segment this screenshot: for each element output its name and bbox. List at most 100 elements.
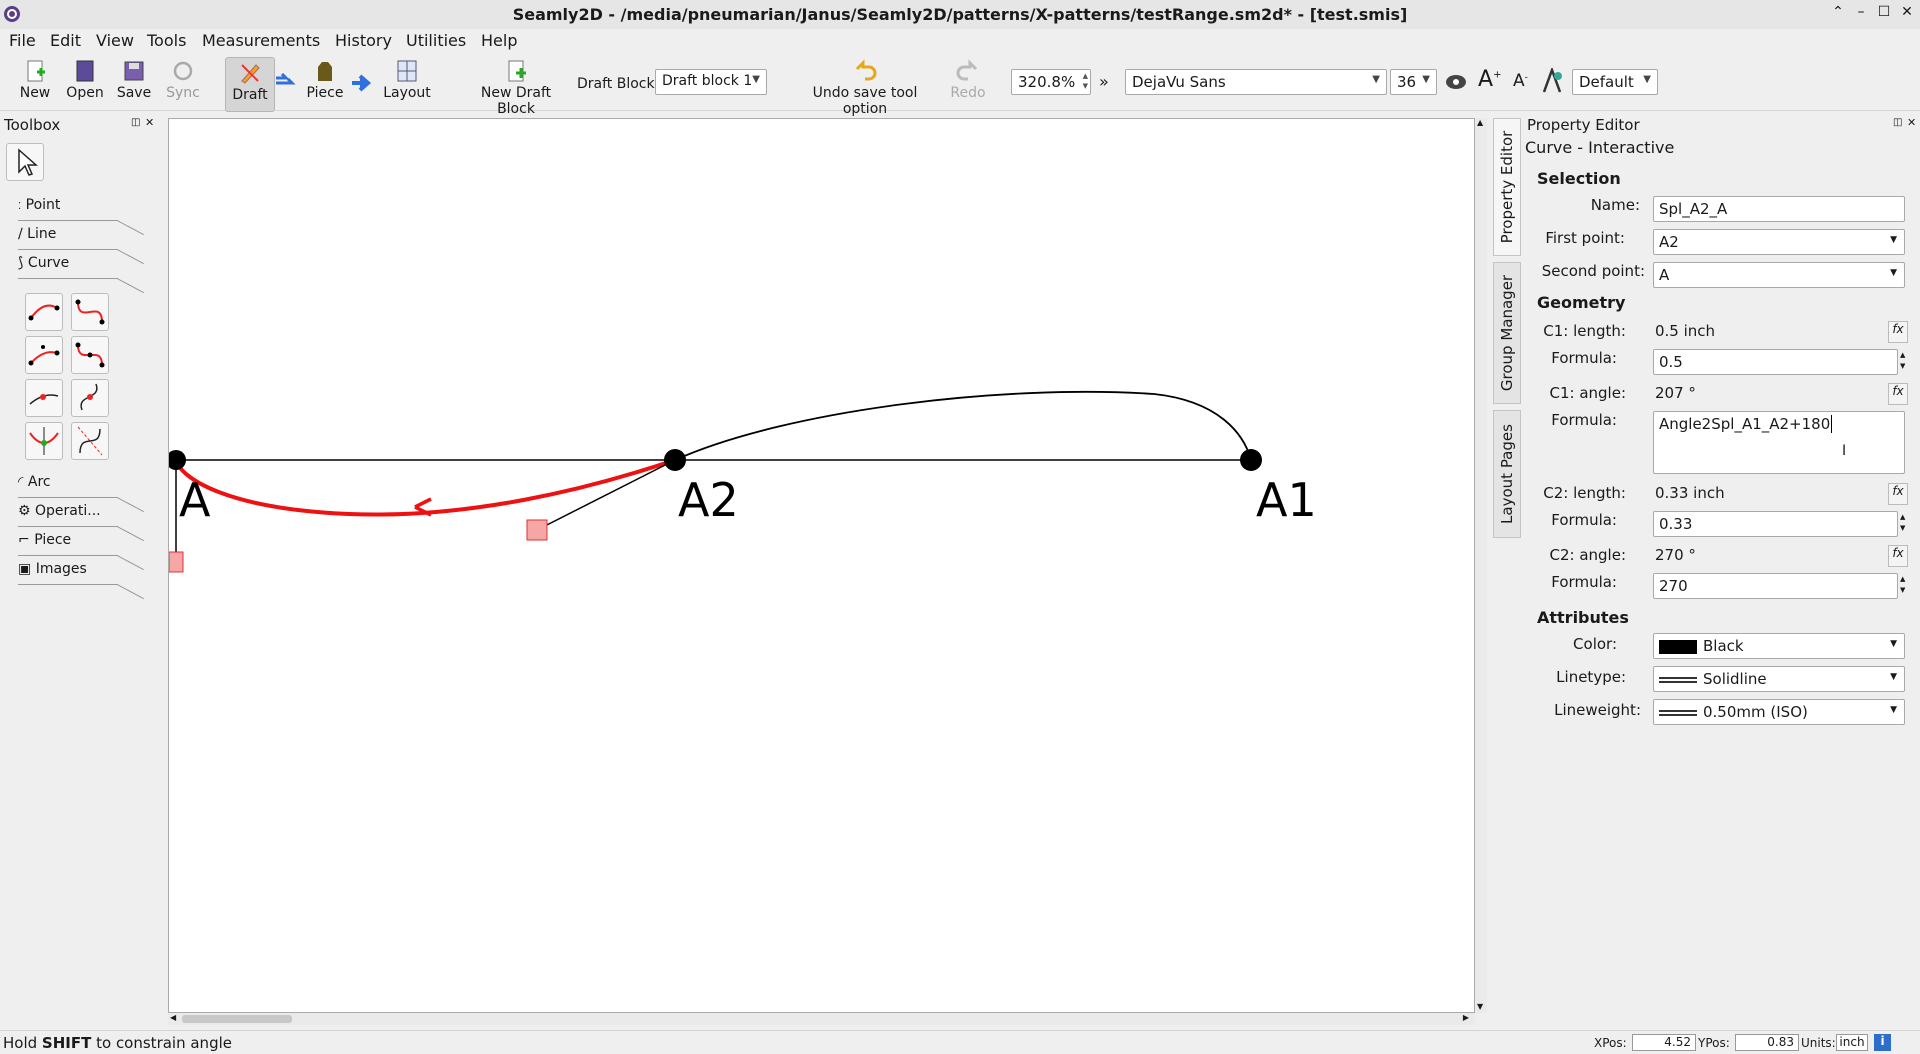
redo-button[interactable]: Redo [948, 59, 988, 109]
float-panel-icon[interactable]: ◫ [131, 117, 140, 128]
maximize-icon[interactable]: ☐ [1874, 4, 1894, 20]
toolbox-category-piece[interactable]: ⌐ Piece [18, 532, 144, 571]
c2-length-formula-field[interactable]: 0.33 [1653, 511, 1898, 537]
formula-wizard-icon[interactable]: fx [1888, 545, 1908, 567]
tool-curve-intersect-axis[interactable] [25, 422, 63, 460]
toolbox-category-arc[interactable]: ◜ Arc [18, 474, 144, 513]
tool-point-on-path[interactable] [71, 379, 109, 417]
menu-help[interactable]: Help [481, 31, 517, 50]
curve-a2-a1[interactable] [674, 390, 1252, 461]
control-handle-2[interactable] [169, 551, 184, 573]
style-select[interactable]: Default ▼ [1572, 69, 1658, 95]
eye-icon[interactable] [1444, 71, 1468, 93]
point-label-a2[interactable]: A2 [678, 473, 739, 527]
toolbox-category-operations[interactable]: ⚙ Operati... [18, 503, 144, 542]
spin-up-icon[interactable]: ▲ [1083, 72, 1088, 81]
c2-angle-formula-field[interactable]: 270 [1653, 573, 1898, 599]
menu-history[interactable]: History [335, 31, 392, 50]
menu-view[interactable]: View [96, 31, 134, 50]
tab-layout-pages[interactable]: Layout Pages [1493, 410, 1521, 538]
point-label-a[interactable]: A [179, 473, 211, 527]
c1-length-spin-icon[interactable]: ▲ ▼ [1900, 350, 1905, 372]
control-handle-1[interactable] [526, 519, 548, 541]
tool-path-intersect-axis[interactable] [71, 422, 109, 460]
toolbox-category-curve[interactable]: ⟆ Curve [18, 255, 144, 294]
info-icon[interactable]: i [1874, 1034, 1891, 1051]
toolbox-category-images[interactable]: ▣ Images [18, 561, 144, 600]
decrease-font-icon[interactable]: A- [1513, 71, 1528, 91]
drawing-canvas[interactable]: A A2 A1 [168, 118, 1475, 1013]
scroll-right-icon[interactable]: ▶ [1463, 1013, 1469, 1022]
font-family-select[interactable]: DejaVu Sans ▼ [1125, 69, 1387, 95]
curve-spl-a2-a-selected[interactable] [174, 458, 676, 517]
undo-button[interactable]: Undo save tool option [790, 59, 940, 117]
text-color-icon[interactable] [1540, 68, 1564, 94]
toolbar-overflow-icon[interactable]: » [1099, 72, 1109, 91]
color-select[interactable]: Black ▼ [1653, 633, 1905, 659]
pattern-drawing[interactable]: A A2 A1 [169, 119, 1475, 1013]
open-button[interactable]: Open [64, 59, 106, 109]
piece-mode-button[interactable]: Piece [303, 59, 347, 109]
close-panel-icon[interactable]: ✕ [145, 116, 154, 129]
undo-icon [855, 59, 877, 81]
increase-font-icon[interactable]: A+ [1478, 67, 1501, 92]
point-a1-marker[interactable] [1240, 449, 1262, 471]
tool-interactive-path[interactable] [71, 336, 109, 374]
close-icon[interactable]: ✕ [1897, 4, 1917, 20]
c2-length-spin-icon[interactable]: ▲ ▼ [1900, 512, 1905, 534]
point-a-marker[interactable] [169, 450, 186, 470]
chevron-up-icon[interactable]: ⌃ [1828, 4, 1848, 20]
tab-group-manager[interactable]: Group Manager [1493, 262, 1521, 404]
new-button[interactable]: New [16, 59, 54, 109]
font-size-select[interactable]: 36 ▼ [1390, 69, 1437, 95]
horizontal-scroll-thumb[interactable] [182, 1015, 292, 1023]
c2-angle-spin-icon[interactable]: ▲ ▼ [1900, 574, 1905, 596]
c1-length-formula-field[interactable]: 0.5 [1653, 349, 1898, 375]
toolbox-category-line[interactable]: ∕ Line [18, 226, 144, 265]
point-a2-marker[interactable] [664, 449, 686, 471]
minimize-icon[interactable]: – [1851, 4, 1871, 20]
save-button[interactable]: Save [114, 59, 154, 109]
tool-simple-curve[interactable] [25, 293, 63, 331]
menu-tools[interactable]: Tools [147, 31, 186, 50]
tab-property-editor[interactable]: Property Editor [1493, 118, 1521, 256]
tool-curve-path[interactable] [71, 293, 109, 331]
vertical-scrollbar[interactable]: ▲ ▼ [1475, 118, 1487, 1013]
menu-edit[interactable]: Edit [50, 31, 81, 50]
scroll-down-icon[interactable]: ▼ [1477, 1002, 1483, 1011]
toolbox-category-point[interactable]: ⁚ Point [18, 197, 144, 236]
c1-angle-formula-field[interactable]: Angle2Spl_A1_A2+180 I [1653, 411, 1905, 474]
spin-down-icon[interactable]: ▼ [1083, 82, 1088, 91]
pointer-tool-button[interactable] [6, 143, 44, 181]
scroll-up-icon[interactable]: ▲ [1477, 118, 1483, 127]
name-field[interactable]: Spl_A2_A [1653, 196, 1905, 222]
draft-pencil-icon [241, 64, 260, 84]
tool-interactive-curve[interactable] [25, 336, 63, 374]
second-point-select[interactable]: A ▼ [1653, 262, 1905, 288]
units-select[interactable]: inch [1836, 1034, 1868, 1051]
xpos-label: XPos: [1594, 1036, 1627, 1050]
formula-wizard-icon[interactable]: fx [1888, 383, 1908, 405]
formula-wizard-icon[interactable]: fx [1888, 483, 1908, 505]
menu-measurements[interactable]: Measurements [202, 31, 320, 50]
float-panel-icon[interactable]: ◫ [1893, 117, 1902, 128]
first-point-select[interactable]: A2 ▼ [1653, 229, 1905, 255]
layout-mode-button[interactable]: Layout [382, 59, 432, 109]
new-draft-block-button[interactable]: New Draft Block [461, 59, 571, 117]
toolbox-panel: Toolbox ◫ ✕ ⁚ Point ∕ Line ⟆ Curve ◜ Arc… [0, 112, 165, 1022]
formula-wizard-icon[interactable]: fx [1888, 321, 1908, 343]
horizontal-scrollbar[interactable]: ◀ ▶ [168, 1013, 1475, 1025]
sync-button[interactable]: Sync [163, 59, 203, 109]
menu-utilities[interactable]: Utilities [406, 31, 466, 50]
draft-mode-button[interactable]: Draft [225, 57, 275, 112]
scroll-left-icon[interactable]: ◀ [170, 1013, 176, 1022]
zoom-spinbox[interactable]: 320.8% ▲ ▼ [1011, 69, 1091, 95]
c2-length-label: C2: length: [1543, 484, 1626, 502]
close-panel-icon[interactable]: ✕ [1907, 116, 1916, 129]
linetype-select[interactable]: Solidline ▼ [1653, 666, 1905, 692]
tool-point-on-curve[interactable] [25, 379, 63, 417]
point-label-a1[interactable]: A1 [1256, 473, 1317, 527]
menu-file[interactable]: File [9, 31, 36, 50]
lineweight-select[interactable]: 0.50mm (ISO) ▼ [1653, 699, 1905, 725]
draft-block-select[interactable]: Draft block 1 ▼ [655, 69, 767, 95]
